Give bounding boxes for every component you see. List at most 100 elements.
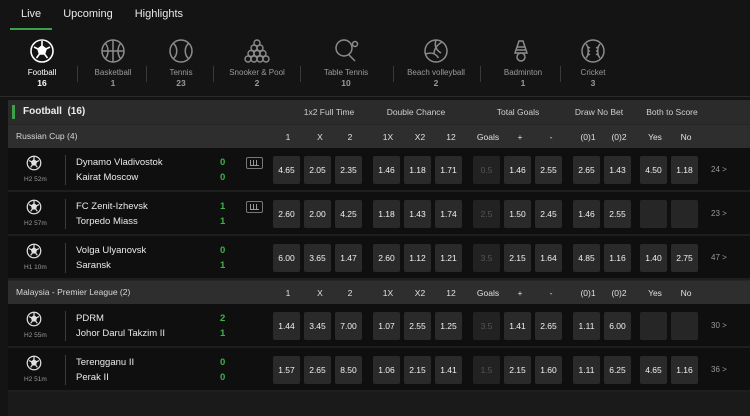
odds-button-x2[interactable]: 2.55	[404, 312, 431, 340]
home-team[interactable]: PDRM	[76, 313, 104, 324]
odds-button-no[interactable]: 1.16	[671, 356, 698, 384]
odds-button-12[interactable]: 1.71	[435, 156, 462, 184]
odds-button-02[interactable]: 6.00	[604, 312, 631, 340]
away-team[interactable]: Johor Darul Takzim II	[76, 328, 165, 339]
odds-button-over[interactable]: 1.41	[504, 312, 531, 340]
odds-button-1x[interactable]: 1.07	[373, 312, 400, 340]
odds-button-x2[interactable]: 2.15	[404, 356, 431, 384]
away-team[interactable]: Torpedo Miass	[76, 216, 138, 227]
snooker-icon	[244, 38, 270, 64]
odds-button-12[interactable]: 1.41	[435, 356, 462, 384]
odds-button-x[interactable]: 2.05	[304, 156, 331, 184]
match-row[interactable]: H1 10m Volga Ulyanovsk Saransk 0 1 6.00 3.65 1.…	[8, 236, 750, 280]
odds-button-02[interactable]: 2.55	[604, 200, 631, 228]
away-team[interactable]: Kairat Moscow	[76, 172, 138, 183]
odds-button-under[interactable]: 1.60	[535, 356, 562, 384]
match-row[interactable]: H2 51m Terengganu II Perak II 0 0 1.57 2.65 8.5…	[8, 348, 750, 392]
odds-button-1[interactable]: 1.44	[273, 312, 300, 340]
match-row[interactable]: H2 52m Dynamo Vladivostok Kairat Moscow 0 0 4…	[8, 148, 750, 192]
odds-button-no[interactable]: 2.75	[671, 244, 698, 272]
odds-button-1x[interactable]: 1.06	[373, 356, 400, 384]
odds-button-over[interactable]: 1.46	[504, 156, 531, 184]
more-markets-link[interactable]: 24 >	[711, 165, 727, 174]
odds-button-x[interactable]: 3.65	[304, 244, 331, 272]
odds-button-x[interactable]: 3.45	[304, 312, 331, 340]
sport-basketball[interactable]: Basketball 1	[83, 38, 143, 88]
odds-button-12[interactable]: 1.21	[435, 244, 462, 272]
odds-button-02[interactable]: 6.25	[604, 356, 631, 384]
sport-badminton[interactable]: Badminton 1	[493, 38, 553, 88]
odds-button-no[interactable]: 1.18	[671, 156, 698, 184]
odds-button-1[interactable]: 2.60	[273, 200, 300, 228]
sport-cricket[interactable]: Cricket 3	[563, 38, 623, 88]
odds-button-under[interactable]: 2.65	[535, 312, 562, 340]
odds-button-1[interactable]: 6.00	[273, 244, 300, 272]
league-header[interactable]: Russian Cup (4) 1 X 2 1X X2 12 Goals + - (0)1 (0)2 Y…	[8, 124, 750, 148]
odds-button-x[interactable]: 2.00	[304, 200, 331, 228]
odds-button-12[interactable]: 1.25	[435, 312, 462, 340]
tab-highlights[interactable]: Highlights	[124, 8, 194, 30]
match-row[interactable]: H2 57m FC Zenit-Izhevsk Torpedo Miass 1 1 2.6…	[8, 192, 750, 236]
odds-button-1x[interactable]: 1.46	[373, 156, 400, 184]
stats-icon[interactable]	[246, 157, 263, 169]
odds-button-01[interactable]: 4.85	[573, 244, 600, 272]
more-markets-link[interactable]: 47 >	[711, 253, 727, 262]
sport-tennis[interactable]: Tennis 23	[151, 38, 211, 88]
odds-button-under[interactable]: 1.64	[535, 244, 562, 272]
home-team[interactable]: Volga Ulyanovsk	[76, 245, 146, 256]
home-team[interactable]: FC Zenit-Izhevsk	[76, 201, 148, 212]
odds-button-under[interactable]: 2.45	[535, 200, 562, 228]
sport-football[interactable]: Football 16	[12, 38, 72, 88]
odds-button-02[interactable]: 1.16	[604, 244, 631, 272]
sport-volleyball[interactable]: Beach volleyball 2	[391, 38, 481, 88]
odds-button-1[interactable]: 4.65	[273, 156, 300, 184]
odds-button-1x[interactable]: 1.18	[373, 200, 400, 228]
match-row[interactable]: H2 55m PDRM Johor Darul Takzim II 2 1 1.44 3.4…	[8, 304, 750, 348]
odds-button-over[interactable]: 1.50	[504, 200, 531, 228]
odds-button-01[interactable]: 2.65	[573, 156, 600, 184]
sport-snooker[interactable]: Snooker & Pool 2	[217, 38, 297, 88]
more-markets-link[interactable]: 23 >	[711, 209, 727, 218]
odds-button-2[interactable]: 1.47	[335, 244, 362, 272]
column-header: 1X	[382, 288, 394, 298]
away-team[interactable]: Perak II	[76, 372, 109, 383]
odds-button-yes[interactable]: 4.50	[640, 156, 667, 184]
odds-button-01[interactable]: 1.46	[573, 200, 600, 228]
odds-button-yes[interactable]	[640, 200, 667, 228]
stats-icon[interactable]	[246, 201, 263, 213]
odds-button-2[interactable]: 8.50	[335, 356, 362, 384]
odds-button-x2[interactable]: 1.43	[404, 200, 431, 228]
odds-button-02[interactable]: 1.43	[604, 156, 631, 184]
odds-button-2[interactable]: 7.00	[335, 312, 362, 340]
odds-button-yes[interactable]: 1.40	[640, 244, 667, 272]
odds-button-over[interactable]: 2.15	[504, 244, 531, 272]
odds-button-no[interactable]	[671, 200, 698, 228]
odds-button-over[interactable]: 2.15	[504, 356, 531, 384]
tab-upcoming[interactable]: Upcoming	[52, 8, 124, 30]
odds-button-2[interactable]: 4.25	[335, 200, 362, 228]
home-team[interactable]: Terengganu II	[76, 357, 134, 368]
tab-live[interactable]: Live	[10, 8, 53, 30]
sport-count: 23	[176, 78, 186, 88]
odds-button-yes[interactable]	[640, 312, 667, 340]
away-score: 0	[220, 172, 226, 183]
home-team[interactable]: Dynamo Vladivostok	[76, 157, 163, 168]
odds-button-x2[interactable]: 1.12	[404, 244, 431, 272]
odds-button-1[interactable]: 1.57	[273, 356, 300, 384]
odds-button-x[interactable]: 2.65	[304, 356, 331, 384]
league-header[interactable]: Malaysia - Premier League (2) 1 X 2 1X X2 12 Go…	[8, 280, 750, 304]
sport-table-tennis[interactable]: Table Tennis 10	[301, 38, 391, 88]
more-markets-link[interactable]: 30 >	[711, 321, 727, 330]
odds-button-no[interactable]	[671, 312, 698, 340]
odds-button-yes[interactable]: 4.65	[640, 356, 667, 384]
football-icon	[26, 199, 42, 215]
odds-button-01[interactable]: 1.11	[573, 356, 600, 384]
odds-button-under[interactable]: 2.55	[535, 156, 562, 184]
odds-button-1x[interactable]: 2.60	[373, 244, 400, 272]
odds-button-2[interactable]: 2.35	[335, 156, 362, 184]
away-team[interactable]: Saransk	[76, 260, 111, 271]
odds-button-01[interactable]: 1.11	[573, 312, 600, 340]
odds-button-12[interactable]: 1.74	[435, 200, 462, 228]
odds-button-x2[interactable]: 1.18	[404, 156, 431, 184]
more-markets-link[interactable]: 36 >	[711, 365, 727, 374]
